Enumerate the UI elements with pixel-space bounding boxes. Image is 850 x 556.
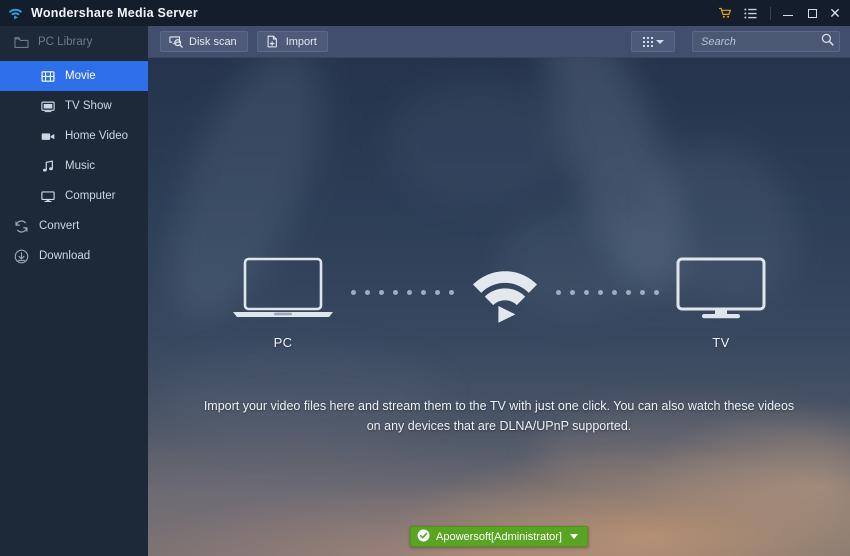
pc-device: PC <box>231 256 335 350</box>
sidebar-item-convert[interactable]: Convert <box>0 211 148 241</box>
empty-state-stage: PC TV Import your video files here and s… <box>148 58 850 556</box>
application-window: Wondershare Media Server ✕ PC Library Mo… <box>0 0 850 556</box>
monitor-search-icon <box>169 35 183 49</box>
caption-line-2: on any devices that are DLNA/UPnP suppor… <box>366 419 632 433</box>
window-body: PC Library Movie TV Show Home Video Musi… <box>0 26 850 556</box>
minimize-button[interactable] <box>776 0 800 26</box>
sidebar-item-computer[interactable]: Computer <box>0 181 148 211</box>
sidebar-item-label: Home Video <box>65 130 129 142</box>
sidebar-item-label: Movie <box>65 70 96 82</box>
sidebar-nav: Movie TV Show Home Video Music Computer … <box>0 58 148 271</box>
account-status-button[interactable]: Apowersoft[Administrator] <box>410 526 588 547</box>
sidebar-item-label: TV Show <box>65 100 112 112</box>
empty-state-caption: Import your video files here and stream … <box>148 396 850 436</box>
convert-refresh-icon <box>14 219 29 234</box>
laptop-icon <box>231 256 335 325</box>
sidebar-item-movie[interactable]: Movie <box>0 61 148 91</box>
dotted-connector-right <box>556 289 659 317</box>
sidebar-item-home-video[interactable]: Home Video <box>0 121 148 151</box>
music-note-icon <box>40 159 55 174</box>
sidebar-item-label: Computer <box>65 190 116 202</box>
toolbar: Disk scan Import <box>148 26 850 58</box>
close-button[interactable]: ✕ <box>824 0 850 26</box>
wifi-play-logo-icon <box>7 6 24 21</box>
sidebar-item-tv-show[interactable]: TV Show <box>0 91 148 121</box>
app-title: Wondershare Media Server <box>31 6 198 20</box>
sidebar-item-label: Music <box>65 160 96 172</box>
tv-device: TV <box>675 256 767 350</box>
video-camera-icon <box>40 129 55 144</box>
monitor-icon <box>40 189 55 204</box>
maximize-icon <box>807 8 817 18</box>
close-icon: ✕ <box>829 5 841 21</box>
sidebar-item-music[interactable]: Music <box>0 151 148 181</box>
grid-view-icon <box>642 36 653 47</box>
streaming-illustration: PC TV <box>148 256 850 350</box>
tv-label: TV <box>712 335 730 350</box>
maximize-button[interactable] <box>800 0 824 26</box>
account-label: Apowersoft[Administrator] <box>436 530 562 543</box>
film-strip-icon <box>40 69 55 84</box>
import-button[interactable]: Import <box>256 31 328 52</box>
view-mode-button[interactable] <box>631 31 675 52</box>
minimize-icon <box>783 14 793 17</box>
search-box[interactable] <box>692 31 840 52</box>
sidebar-item-download[interactable]: Download <box>0 241 148 271</box>
import-label: Import <box>285 35 317 48</box>
pc-library-header: PC Library <box>0 26 148 58</box>
download-arrow-icon <box>14 249 29 264</box>
search-input[interactable] <box>701 35 821 48</box>
pc-library-label: PC Library <box>38 36 93 48</box>
titlebar-divider <box>770 6 771 20</box>
wifi-play-icon <box>470 265 540 342</box>
title-bar: Wondershare Media Server ✕ <box>0 0 850 26</box>
tv-icon <box>40 99 55 114</box>
folder-icon <box>14 35 29 50</box>
television-icon <box>675 256 767 325</box>
check-circle-icon <box>417 529 430 545</box>
document-plus-icon <box>266 35 280 49</box>
chevron-down-icon <box>655 39 664 44</box>
titlebar-controls: ✕ <box>713 0 850 26</box>
disk-scan-label: Disk scan <box>189 35 237 48</box>
sidebar: PC Library Movie TV Show Home Video Musi… <box>0 26 148 556</box>
sidebar-item-label: Download <box>39 250 91 262</box>
caption-line-1: Import your video files here and stream … <box>203 399 795 413</box>
search-icon[interactable] <box>821 33 834 51</box>
pc-label: PC <box>273 335 293 350</box>
dotted-connector-left <box>351 289 454 317</box>
shopping-cart-icon[interactable] <box>713 0 738 26</box>
content-area: Disk scan Import Search PC TV Import you… <box>148 26 850 556</box>
list-menu-icon[interactable] <box>738 0 763 26</box>
disk-scan-button[interactable]: Disk scan <box>160 31 248 52</box>
chevron-down-icon <box>569 534 578 539</box>
sidebar-item-label: Convert <box>39 220 80 232</box>
